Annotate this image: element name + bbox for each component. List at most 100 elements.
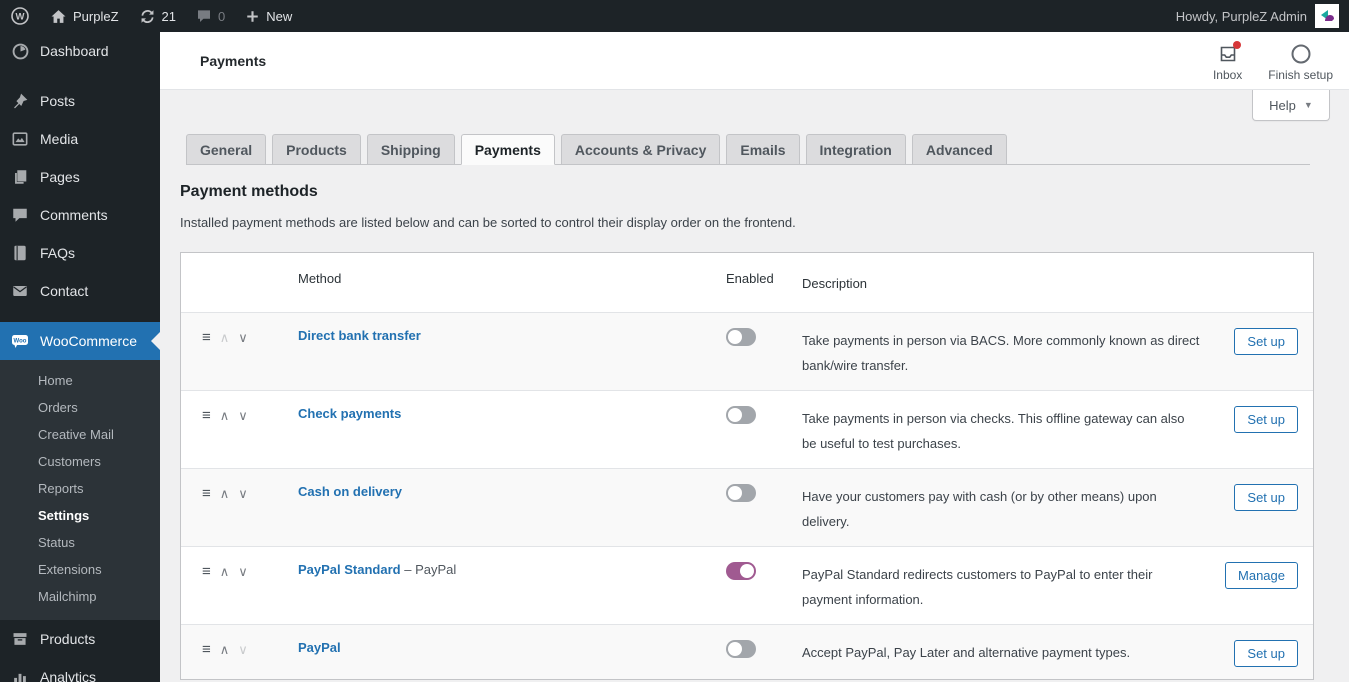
set-up-button[interactable]: Set up: [1234, 406, 1298, 433]
finish-setup-button[interactable]: Finish setup: [1268, 39, 1333, 82]
chevron-down-icon: ▼: [1304, 100, 1313, 110]
column-description: Description: [802, 253, 1213, 312]
tab-integration[interactable]: Integration: [806, 134, 906, 165]
method-description: Take payments in person via checks. This…: [802, 406, 1202, 456]
site-name-menu[interactable]: PurpleZ: [40, 0, 129, 32]
sidebar-item-faqs[interactable]: FAQs: [0, 234, 160, 272]
media-icon: [10, 129, 30, 149]
drag-handle-icon[interactable]: ≡: [202, 485, 211, 503]
column-enabled: Enabled: [726, 253, 802, 312]
submenu-item-home[interactable]: Home: [0, 367, 160, 394]
drag-handle-icon[interactable]: ≡: [202, 407, 211, 425]
sidebar-item-label: Products: [40, 631, 95, 647]
help-label: Help: [1269, 98, 1296, 113]
payment-methods-table: Method Enabled Description ≡ ∧ ∨ Direct ban…: [180, 252, 1314, 680]
sidebar-item-products[interactable]: Products: [0, 620, 160, 658]
payment-method-row: ≡ ∧ ∨ Direct bank transfer Take payments in …: [181, 312, 1313, 390]
enabled-toggle[interactable]: [726, 562, 756, 580]
sidebar-item-label: Media: [40, 131, 78, 147]
sidebar-item-media[interactable]: Media: [0, 120, 160, 158]
sidebar-item-pages[interactable]: Pages: [0, 158, 160, 196]
method-link[interactable]: Cash on delivery: [298, 484, 402, 499]
move-up-icon[interactable]: ∧: [220, 641, 230, 659]
admin-bar: W PurpleZ 21 0 New Howdy, PurpleZ Admin: [0, 0, 1349, 32]
comments-menu[interactable]: 0: [186, 0, 235, 32]
help-button[interactable]: Help ▼: [1252, 90, 1330, 121]
svg-text:W: W: [16, 12, 25, 23]
sidebar-item-contact[interactable]: Contact: [0, 272, 160, 310]
sidebar-item-label: Contact: [40, 283, 88, 299]
submenu-item-status[interactable]: Status: [0, 529, 160, 556]
woocommerce-icon: Woo: [10, 331, 30, 351]
method-description: Take payments in person via BACS. More c…: [802, 328, 1202, 378]
drag-handle-icon[interactable]: ≡: [202, 329, 211, 347]
set-up-button[interactable]: Set up: [1234, 484, 1298, 511]
dashboard-icon: [10, 41, 30, 61]
inbox-button[interactable]: Inbox: [1213, 39, 1242, 82]
contact-icon: [10, 281, 30, 301]
set-up-button[interactable]: Set up: [1234, 640, 1298, 667]
enabled-toggle[interactable]: [726, 328, 756, 346]
payment-method-row: ≡∧∨PayPalAccept PayPal, Pay Later and al…: [181, 624, 1313, 679]
tab-products[interactable]: Products: [272, 134, 361, 165]
tab-emails[interactable]: Emails: [726, 134, 799, 165]
submenu-item-customers[interactable]: Customers: [0, 448, 160, 475]
move-up-icon[interactable]: ∧: [220, 407, 230, 425]
move-up-icon[interactable]: ∧: [220, 485, 230, 503]
page-header: Payments Inbox Finish setup: [160, 32, 1349, 90]
toggle-knob: [728, 642, 742, 656]
tab-payments[interactable]: Payments: [461, 134, 555, 165]
comments-count: 0: [218, 9, 225, 24]
inbox-icon: [1217, 43, 1239, 65]
tab-accounts-privacy[interactable]: Accounts & Privacy: [561, 134, 721, 165]
submenu-item-creative-mail[interactable]: Creative Mail: [0, 421, 160, 448]
sidebar-item-dashboard[interactable]: Dashboard: [0, 32, 160, 70]
sidebar-item-label: Dashboard: [40, 43, 109, 59]
table-header-row: Method Enabled Description: [181, 253, 1313, 312]
sidebar-item-posts[interactable]: Posts: [0, 82, 160, 120]
wordpress-logo-menu[interactable]: W: [0, 0, 40, 32]
submenu-item-orders[interactable]: Orders: [0, 394, 160, 421]
enabled-toggle[interactable]: [726, 484, 756, 502]
new-content-menu[interactable]: New: [235, 0, 302, 32]
section-description: Installed payment methods are listed bel…: [180, 215, 1349, 230]
submenu-item-extensions[interactable]: Extensions: [0, 556, 160, 583]
payment-method-row: ≡∧∨PayPal Standard – PayPalPayPal Standa…: [181, 546, 1313, 624]
move-down-icon[interactable]: ∨: [238, 407, 248, 425]
tab-general[interactable]: General: [186, 134, 266, 165]
method-link[interactable]: Check payments: [298, 406, 401, 421]
move-up-icon: ∧: [220, 329, 230, 347]
avatar[interactable]: [1315, 4, 1339, 28]
move-up-icon[interactable]: ∧: [220, 563, 230, 581]
move-down-icon[interactable]: ∨: [238, 563, 248, 581]
finish-setup-label: Finish setup: [1268, 68, 1333, 82]
tab-shipping[interactable]: Shipping: [367, 134, 455, 165]
sidebar-item-comments[interactable]: Comments: [0, 196, 160, 234]
settings-tabs: GeneralProductsShippingPaymentsAccounts …: [186, 133, 1310, 165]
enabled-toggle[interactable]: [726, 406, 756, 424]
tab-advanced[interactable]: Advanced: [912, 134, 1007, 165]
sidebar-item-label: Comments: [40, 207, 108, 223]
enabled-toggle[interactable]: [726, 640, 756, 658]
howdy-greeting[interactable]: Howdy, PurpleZ Admin: [1176, 9, 1307, 24]
pages-icon: [10, 167, 30, 187]
set-up-button[interactable]: Set up: [1234, 328, 1298, 355]
submenu-item-mailchimp[interactable]: Mailchimp: [0, 583, 160, 610]
sidebar-item-woocommerce[interactable]: Woo WooCommerce: [0, 322, 160, 360]
move-down-icon[interactable]: ∨: [238, 485, 248, 503]
sidebar-item-analytics[interactable]: Analytics: [0, 658, 160, 682]
manage-button[interactable]: Manage: [1225, 562, 1298, 589]
method-link[interactable]: PayPal: [298, 640, 341, 655]
drag-handle-icon[interactable]: ≡: [202, 641, 211, 659]
method-link[interactable]: Direct bank transfer: [298, 328, 421, 343]
submenu-item-reports[interactable]: Reports: [0, 475, 160, 502]
wordpress-logo-icon: W: [10, 6, 30, 26]
drag-handle-icon[interactable]: ≡: [202, 563, 211, 581]
toggle-knob: [740, 564, 754, 578]
sidebar-item-label: Posts: [40, 93, 75, 109]
move-down-icon[interactable]: ∨: [238, 329, 248, 347]
updates-menu[interactable]: 21: [129, 0, 186, 32]
site-name: PurpleZ: [73, 9, 119, 24]
method-link[interactable]: PayPal Standard: [298, 562, 401, 577]
submenu-item-settings[interactable]: Settings: [0, 502, 160, 529]
